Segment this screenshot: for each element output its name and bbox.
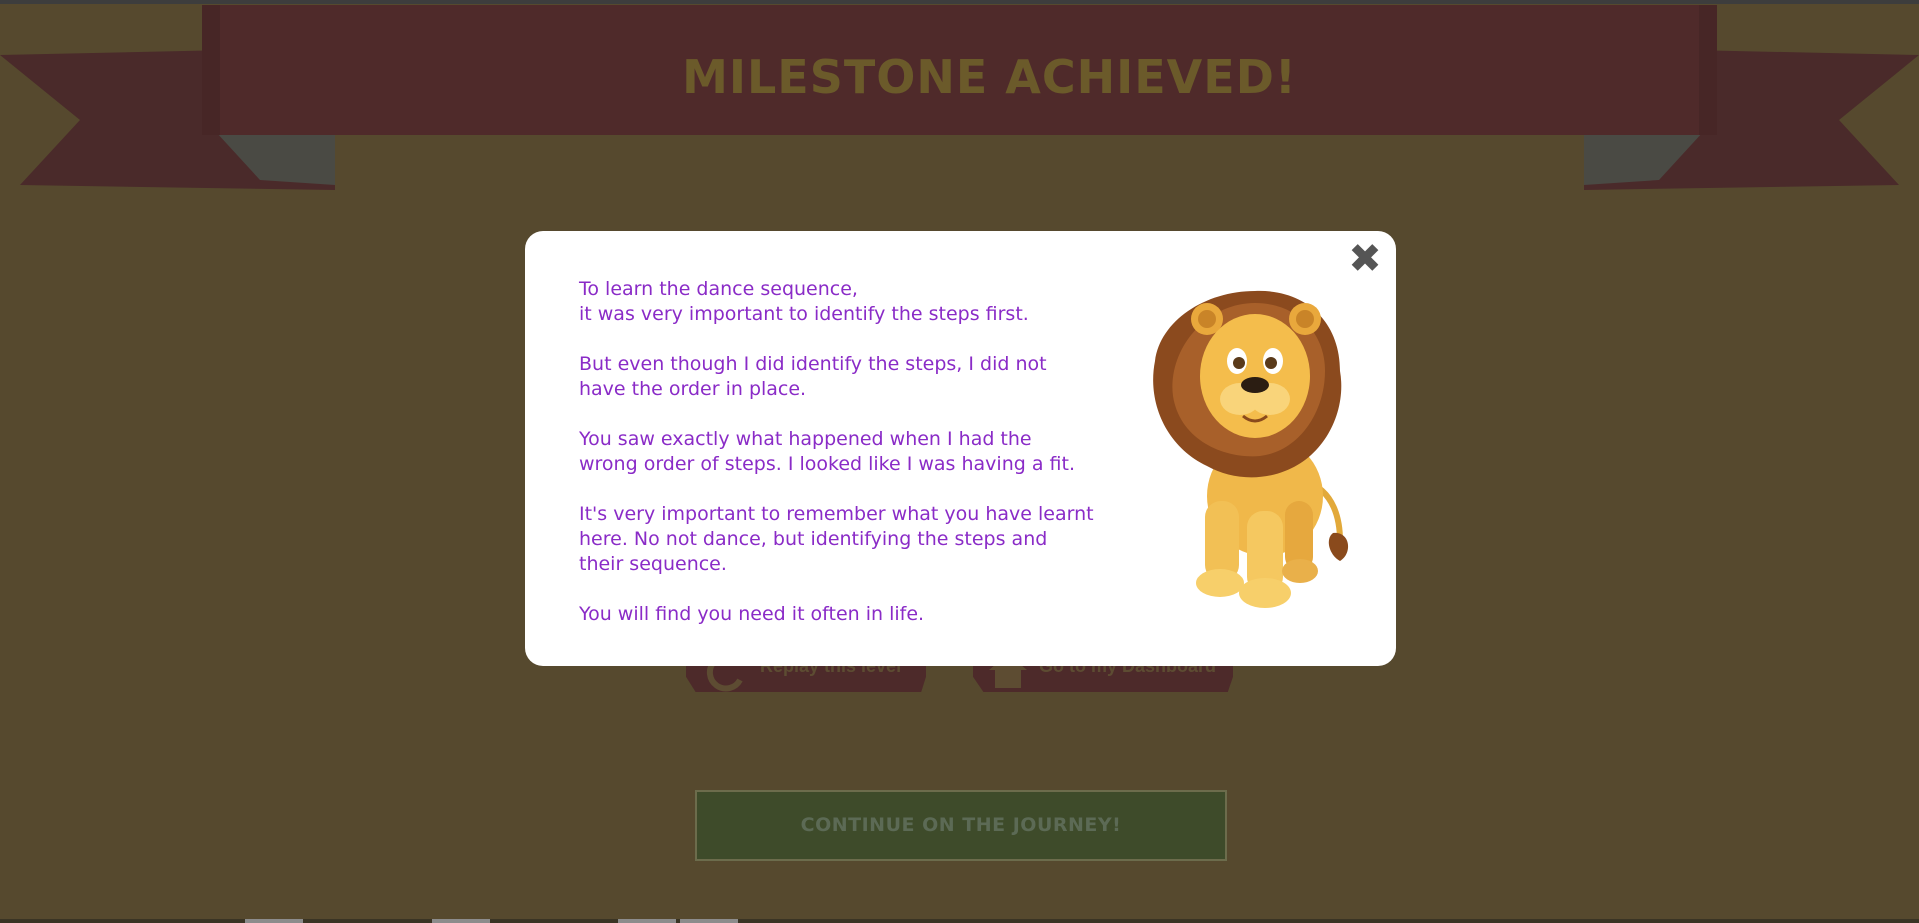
milestone-title: MILESTONE ACHIEVED!: [682, 50, 1297, 104]
message-paragraph: You will find you need it often in life.: [579, 603, 925, 625]
message-paragraph: But even though I did identify the steps…: [579, 353, 1047, 400]
milestone-modal: ✖ To learn the dance sequence, it was ve…: [525, 231, 1396, 666]
close-icon[interactable]: ✖: [1345, 239, 1385, 279]
modal-message: To learn the dance sequence, it was very…: [579, 277, 1109, 652]
bottom-strip: [0, 919, 1919, 923]
message-paragraph: To learn the dance sequence, it was very…: [579, 278, 1029, 325]
message-paragraph: It's very important to remember what you…: [579, 503, 1094, 575]
continue-journey-button[interactable]: CONTINUE ON THE JOURNEY!: [695, 790, 1227, 861]
message-paragraph: You saw exactly what happened when I had…: [579, 428, 1075, 475]
lion-illustration: [1153, 290, 1349, 608]
